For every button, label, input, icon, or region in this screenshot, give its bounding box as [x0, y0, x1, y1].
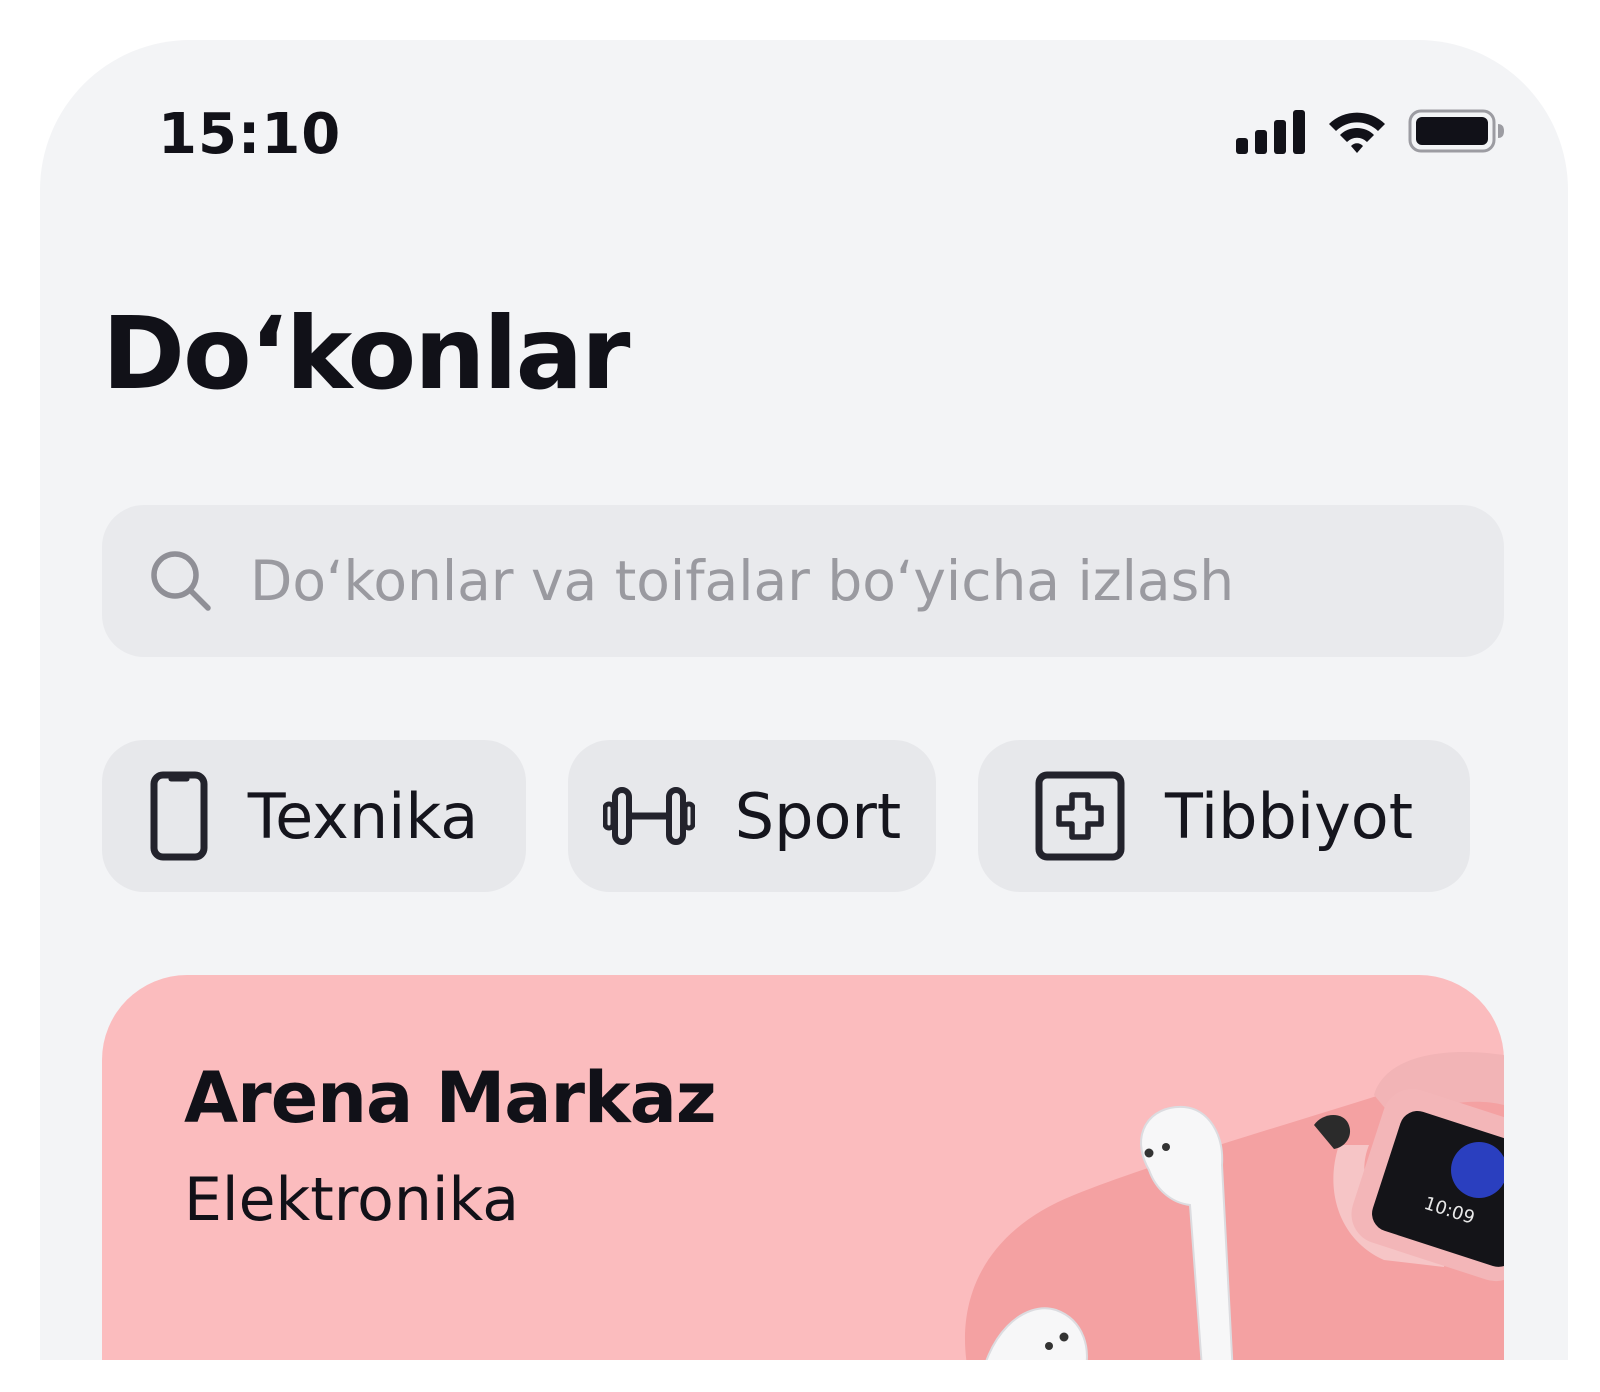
store-category: Elektronika: [184, 1165, 519, 1235]
phone-screen: 15:10 Do‘konlar Do‘konlar va toifalar bo…: [40, 40, 1568, 1360]
chip-label: Texnika: [247, 779, 479, 853]
status-time: 15:10: [158, 102, 342, 167]
category-chips: Texnika Sport Tibbiyot: [102, 740, 1470, 892]
dumbbell-icon: [602, 786, 695, 846]
cellular-signal-icon: [1236, 108, 1306, 158]
search-icon: [148, 548, 214, 614]
category-chip-sport[interactable]: Sport: [568, 740, 936, 892]
category-chip-tibbiyot[interactable]: Tibbiyot: [978, 740, 1470, 892]
store-card[interactable]: Arena Markaz Elektronika 10:09: [102, 975, 1504, 1360]
wifi-icon: [1326, 108, 1388, 158]
category-chip-texnika[interactable]: Texnika: [102, 740, 526, 892]
store-product-image: 10:09: [964, 1051, 1504, 1360]
chip-label: Sport: [734, 779, 902, 853]
store-name: Arena Markaz: [184, 1057, 717, 1139]
medical-cross-icon: [1035, 771, 1125, 861]
phone-icon: [150, 771, 208, 861]
chip-label: Tibbiyot: [1164, 779, 1414, 853]
page-title: Do‘konlar: [102, 295, 630, 412]
status-icons: [1236, 108, 1506, 158]
battery-icon: [1408, 108, 1506, 158]
search-input[interactable]: Do‘konlar va toifalar bo‘yicha izlash: [102, 505, 1504, 657]
search-placeholder: Do‘konlar va toifalar bo‘yicha izlash: [250, 549, 1235, 613]
